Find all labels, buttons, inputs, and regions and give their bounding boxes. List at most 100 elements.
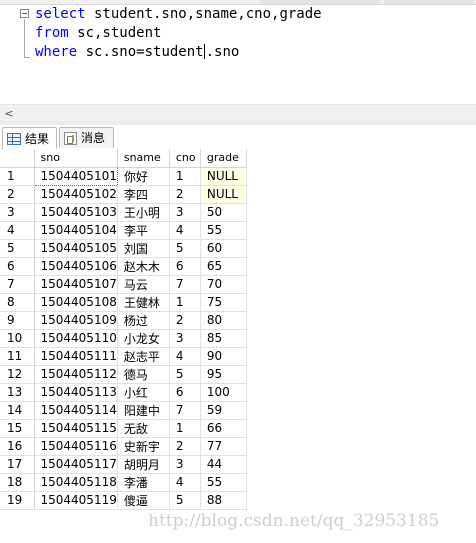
table-row[interactable]: 19 1504405119 傻逼 5 88 xyxy=(0,491,247,510)
cell-grade[interactable]: 50 xyxy=(200,203,247,222)
cell-grade[interactable]: NULL xyxy=(200,185,247,204)
cell-grade[interactable]: NULL xyxy=(200,167,247,186)
cell-sname[interactable]: 赵木木 xyxy=(117,257,170,276)
cell-cno[interactable]: 6 xyxy=(169,257,201,276)
cell-cno[interactable]: 2 xyxy=(169,311,201,330)
cell-cno[interactable]: 6 xyxy=(169,383,201,402)
cell-grade[interactable]: 75 xyxy=(200,293,247,312)
cell-sname[interactable]: 王健林 xyxy=(117,293,170,312)
cell-sno[interactable]: 1504405118 xyxy=(34,473,118,492)
row-number-cell[interactable]: 4 xyxy=(0,221,35,240)
row-number-cell[interactable]: 6 xyxy=(0,257,35,276)
row-number-cell[interactable]: 16 xyxy=(0,437,35,456)
row-number-header[interactable] xyxy=(0,149,35,168)
cell-sname[interactable]: 马云 xyxy=(117,275,170,294)
cell-cno[interactable]: 3 xyxy=(169,203,201,222)
cell-sno[interactable]: 1504405107 xyxy=(34,275,118,294)
cell-grade[interactable]: 95 xyxy=(200,365,247,384)
tab-results[interactable]: 结果 xyxy=(2,127,57,150)
table-row[interactable]: 8 1504405108 王健林 1 75 xyxy=(0,293,247,312)
cell-sname[interactable]: 小红 xyxy=(117,383,170,402)
cell-grade[interactable]: 100 xyxy=(200,383,247,402)
cell-sname[interactable]: 杨过 xyxy=(117,311,170,330)
table-row[interactable]: 2 1504405102 李四 2 NULL xyxy=(0,185,247,204)
table-row[interactable]: 10 1504405110 小龙女 3 85 xyxy=(0,329,247,348)
row-number-cell[interactable]: 12 xyxy=(0,365,35,384)
cell-sname[interactable]: 你好 xyxy=(117,167,170,186)
table-row[interactable]: 13 1504405113 小红 6 100 xyxy=(0,383,247,402)
cell-sno[interactable]: 1504405117 xyxy=(34,455,118,474)
cell-sno[interactable]: 1504405105 xyxy=(34,239,118,258)
cell-grade[interactable]: 60 xyxy=(200,239,247,258)
cell-grade[interactable]: 44 xyxy=(200,455,247,474)
table-row[interactable]: 14 1504405114 阳建中 7 59 xyxy=(0,401,247,420)
column-header-sname[interactable]: sname xyxy=(117,149,170,168)
row-number-cell[interactable]: 14 xyxy=(0,401,35,420)
table-row[interactable]: 9 1504405109 杨过 2 80 xyxy=(0,311,247,330)
cell-sname[interactable]: 无敌 xyxy=(117,419,170,438)
table-row[interactable]: 4 1504405104 李平 4 55 xyxy=(0,221,247,240)
cell-cno[interactable]: 2 xyxy=(169,185,201,204)
row-number-cell[interactable]: 3 xyxy=(0,203,35,222)
cell-cno[interactable]: 5 xyxy=(169,239,201,258)
row-number-cell[interactable]: 13 xyxy=(0,383,35,402)
table-row[interactable]: 16 1504405116 史新宇 2 77 xyxy=(0,437,247,456)
cell-grade[interactable]: 88 xyxy=(200,491,247,510)
cell-cno[interactable]: 1 xyxy=(169,167,201,186)
editor-horizontal-scrollbar[interactable]: < xyxy=(0,104,476,122)
cell-sno[interactable]: 1504405115 xyxy=(34,419,118,438)
cell-cno[interactable]: 7 xyxy=(169,401,201,420)
cell-cno[interactable]: 5 xyxy=(169,365,201,384)
row-number-cell[interactable]: 5 xyxy=(0,239,35,258)
cell-cno[interactable]: 4 xyxy=(169,221,201,240)
cell-sno[interactable]: 1504405101 xyxy=(33,166,118,186)
row-number-cell[interactable]: 8 xyxy=(0,293,35,312)
column-header-cno[interactable]: cno xyxy=(169,149,201,168)
table-row[interactable]: 3 1504405103 王小明 3 50 xyxy=(0,203,247,222)
cell-cno[interactable]: 4 xyxy=(169,347,201,366)
cell-sno[interactable]: 1504405103 xyxy=(34,203,118,222)
cell-grade[interactable]: 59 xyxy=(200,401,247,420)
cell-sname[interactable]: 傻逼 xyxy=(117,491,170,510)
cell-grade[interactable]: 77 xyxy=(200,437,247,456)
cell-cno[interactable]: 3 xyxy=(169,455,201,474)
cell-sname[interactable]: 史新宇 xyxy=(117,437,170,456)
cell-sname[interactable]: 李平 xyxy=(117,221,170,240)
collapse-toggle-icon[interactable] xyxy=(20,9,29,18)
cell-cno[interactable]: 1 xyxy=(169,293,201,312)
cell-sname[interactable]: 王小明 xyxy=(117,203,170,222)
cell-sno[interactable]: 1504405116 xyxy=(34,437,118,456)
cell-sno[interactable]: 1504405108 xyxy=(34,293,118,312)
cell-sname[interactable]: 胡明月 xyxy=(117,455,170,474)
cell-cno[interactable]: 5 xyxy=(169,491,201,510)
scroll-left-arrow-icon[interactable]: < xyxy=(2,105,16,122)
tab-messages[interactable]: 消息 xyxy=(59,127,114,148)
table-row[interactable]: 11 1504405111 赵志平 4 90 xyxy=(0,347,247,366)
cell-sno[interactable]: 1504405111 xyxy=(34,347,118,366)
cell-sname[interactable]: 刘国 xyxy=(117,239,170,258)
cell-grade[interactable]: 55 xyxy=(200,473,247,492)
cell-grade[interactable]: 66 xyxy=(200,419,247,438)
cell-sname[interactable]: 阳建中 xyxy=(117,401,170,420)
table-row[interactable]: 17 1504405117 胡明月 3 44 xyxy=(0,455,247,474)
row-number-cell[interactable]: 18 xyxy=(0,473,35,492)
cell-grade[interactable]: 55 xyxy=(200,221,247,240)
cell-sname[interactable]: 李潘 xyxy=(117,473,170,492)
cell-sname[interactable]: 赵志平 xyxy=(117,347,170,366)
cell-sno[interactable]: 1504405104 xyxy=(34,221,118,240)
table-row[interactable]: 1 1504405101 你好 1 NULL xyxy=(0,166,247,186)
column-header-grade[interactable]: grade xyxy=(200,149,247,168)
cell-sno[interactable]: 1504405112 xyxy=(34,365,118,384)
cell-sno[interactable]: 1504405109 xyxy=(34,311,118,330)
row-number-cell[interactable]: 11 xyxy=(0,347,35,366)
cell-sno[interactable]: 1504405106 xyxy=(34,257,118,276)
row-number-cell[interactable]: 2 xyxy=(0,185,35,204)
table-row[interactable]: 12 1504405112 德马 5 95 xyxy=(0,365,247,384)
cell-cno[interactable]: 7 xyxy=(169,275,201,294)
cell-cno[interactable]: 4 xyxy=(169,473,201,492)
cell-grade[interactable]: 65 xyxy=(200,257,247,276)
cell-cno[interactable]: 3 xyxy=(169,329,201,348)
cell-cno[interactable]: 2 xyxy=(169,437,201,456)
row-number-cell[interactable]: 7 xyxy=(0,275,35,294)
table-row[interactable]: 18 1504405118 李潘 4 55 xyxy=(0,473,247,492)
